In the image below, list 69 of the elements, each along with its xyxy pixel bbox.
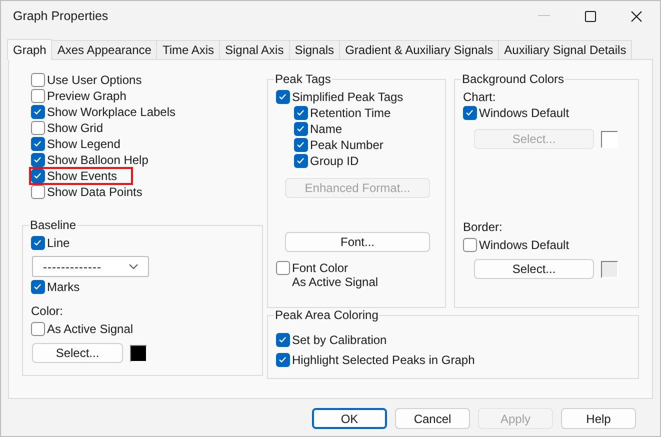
checkbox-label[interactable]: Retention Time [310,106,391,120]
checkbox[interactable] [294,138,308,152]
checkbox-label[interactable]: Show Events [47,169,118,183]
checkbox-label[interactable]: Set by Calibration [292,333,387,347]
tab[interactable]: Graph [7,39,52,60]
checkbox-label[interactable]: Line [47,236,70,250]
checkbox[interactable] [294,154,308,168]
checkbox[interactable] [31,280,45,294]
checkbox[interactable] [31,73,45,87]
checkbox-label[interactable]: Windows Default [479,238,570,252]
checkbox-label[interactable]: Font Color As Active Signal [292,261,378,289]
chart-label: Chart: [463,89,497,105]
checkbox-label[interactable]: Highlight Selected Peaks in Graph [292,353,475,367]
checkbox-label[interactable]: Show Workplace Labels [47,105,176,119]
checkbox[interactable] [31,105,45,119]
chevron-down-icon [129,264,138,269]
checkbox[interactable] [31,121,45,135]
color-swatch[interactable] [601,130,618,148]
tab[interactable]: Gradient & Auxiliary Signals [339,40,500,59]
checkbox-label[interactable]: Peak Number [310,138,384,152]
checkbox-label[interactable]: Name [310,122,342,136]
group-title: Peak Area Coloring [274,308,380,322]
group-title: Baseline [29,218,78,232]
checkbox-label[interactable]: Preview Graph [47,89,126,103]
checkbox-label[interactable]: Show Data Points [47,185,142,199]
checkbox-label[interactable]: Use User Options [47,73,142,87]
checkbox[interactable] [294,106,308,120]
checkbox[interactable] [463,238,477,252]
dialog-button[interactable]: Cancel [395,408,470,429]
color-label: Color: [31,303,64,319]
checkbox-label[interactable]: Show Legend [47,137,120,151]
dialog-button[interactable]: Help [561,408,636,429]
select-button[interactable]: Select... [32,343,123,363]
window-title: Graph Properties [13,9,108,23]
color-swatch[interactable] [130,344,147,362]
checkbox-label[interactable]: Show Grid [47,121,104,135]
tab[interactable]: Axes Appearance [51,40,158,59]
checkbox[interactable] [294,122,308,136]
checkbox[interactable] [276,261,290,275]
maximize-icon[interactable] [585,10,596,22]
select-button[interactable]: Select... [474,259,594,279]
color-swatch[interactable] [601,260,618,278]
checkbox-label[interactable]: Simplified Peak Tags [292,90,404,104]
group-title: Background Colors [461,72,566,86]
checkbox-label[interactable]: As Active Signal [47,322,134,336]
border-label: Border: [463,219,504,235]
tab[interactable]: Signals [288,40,340,59]
dialog-button[interactable]: OK [312,408,387,429]
checkbox[interactable] [276,333,290,347]
checkbox[interactable] [31,89,45,103]
checkbox[interactable] [276,90,290,104]
tab[interactable]: Signal Axis [219,40,290,59]
group-title: Peak Tags [274,72,332,86]
checkbox[interactable] [31,169,45,183]
checkbox-label[interactable]: Windows Default [479,106,570,120]
line-style-dropdown[interactable]: ------------- [32,256,149,277]
checkbox[interactable] [463,106,477,120]
checkbox[interactable] [31,185,45,199]
font-button[interactable]: Font... [285,232,430,252]
close-icon[interactable] [631,10,642,22]
checkbox[interactable] [31,137,45,151]
checkbox-label[interactable]: Marks [47,280,80,294]
checkbox[interactable] [31,322,45,336]
checkbox-label[interactable]: Group ID [310,154,359,168]
checkbox[interactable] [31,153,45,167]
checkbox[interactable] [276,353,290,367]
checkbox-label[interactable]: Show Balloon Help [47,153,148,167]
tab[interactable]: Auxiliary Signal Details [498,40,632,59]
checkbox[interactable] [31,236,45,250]
